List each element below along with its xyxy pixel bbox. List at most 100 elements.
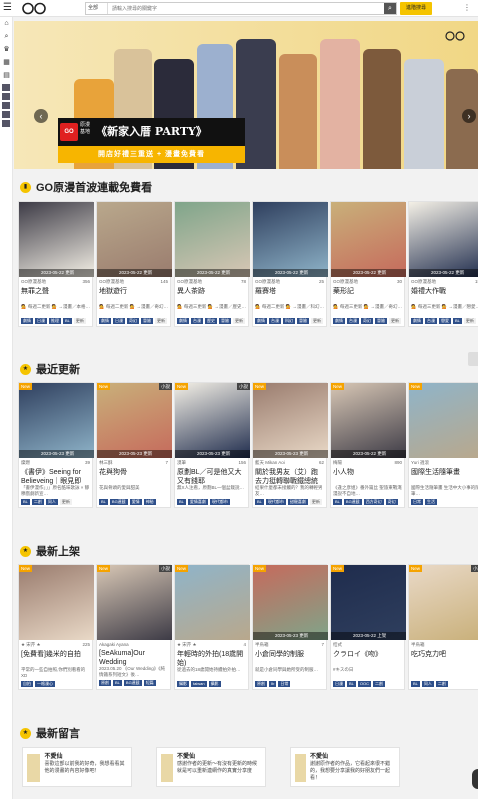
- genre-tag[interactable]: 愛情喜劇: [187, 499, 208, 505]
- comic-cover-image[interactable]: 2023-05-22 更新: [331, 202, 406, 277]
- author-name[interactable]: GO原漫基地: [99, 279, 124, 285]
- comic-cover-image[interactable]: New 2023-05-22 更新: [331, 383, 406, 458]
- comic-cover-image[interactable]: New 小說: [409, 565, 478, 640]
- comic-cover-image[interactable]: New: [175, 565, 250, 640]
- comic-card[interactable]: New 小說 2023-05-23 更新 林三酥 7 花與狗骨 花與骨頭的愛與甜美 BL BG連…: [96, 382, 172, 508]
- genre-tag[interactable]: 攝影: [177, 681, 189, 687]
- comic-title[interactable]: 小倉同學的制服: [253, 648, 326, 667]
- genre-tag[interactable]: 二創: [31, 499, 44, 505]
- author-name[interactable]: GO原漫基地: [177, 279, 202, 285]
- genre-tag[interactable]: 冒險: [375, 318, 387, 324]
- side-thumb[interactable]: [2, 102, 10, 109]
- side-thumb[interactable]: [2, 111, 10, 118]
- side-thumb[interactable]: [2, 93, 10, 100]
- comic-card[interactable]: 2023-05-22 更新 GO原漫基地 25 羅賽塔 💁 每週二更新 💁 →漫畫／科幻…: [252, 201, 328, 327]
- genre-tag[interactable]: 日常: [411, 499, 423, 505]
- comic-cover-image[interactable]: 2023-05-22 更新: [19, 202, 94, 277]
- genre-tag[interactable]: 台漫: [347, 318, 359, 324]
- comic-card[interactable]: 2023-05-22 更新 GO原漫基地 78 異人茶跡 💁 每週三更新 💁 →漫畫／歷…: [174, 201, 250, 327]
- comic-cover-image[interactable]: 2023-05-22 更新: [97, 202, 172, 277]
- comic-card[interactable]: New 小說 2023-05-23 更新 漠筆 156 原劃BL／可是他又大又有錢耶 無X人…: [174, 382, 250, 508]
- comic-card[interactable]: 2023-05-22 更新 GO原漫基地 30 藥形記 💁 每週三更新 💁 →漫畫／奇幻…: [330, 201, 406, 327]
- scroll-edge-tab[interactable]: [468, 352, 478, 366]
- hamburger-menu-icon[interactable]: ☰: [3, 3, 13, 13]
- genre-tag[interactable]: BL: [21, 499, 30, 505]
- author-name[interactable]: GO原漫基地: [255, 279, 280, 285]
- comic-card[interactable]: 2023-05-22 更新 GO原漫基地 356 無罪之聲 💁 每週二更新 💁 →漫畫／…: [18, 201, 94, 327]
- side-thumb[interactable]: [2, 120, 10, 127]
- genre-tag[interactable]: Ib: [269, 681, 277, 687]
- crown-icon[interactable]: ♛: [0, 43, 13, 56]
- comic-title[interactable]: 花與狗骨: [97, 466, 170, 485]
- genre-tag[interactable]: BG連載: [343, 499, 362, 505]
- commenter-name[interactable]: 不愛仙: [44, 754, 127, 761]
- author-name[interactable]: ★ 宋芹 ★: [177, 642, 197, 648]
- comic-cover-image[interactable]: New: [19, 565, 94, 640]
- comic-title[interactable]: 地獄遊行: [97, 285, 170, 304]
- author-name[interactable]: GO原漫基地: [21, 279, 46, 285]
- comic-title[interactable]: クラロイ《吻》: [331, 648, 404, 667]
- genre-tag[interactable]: OOC: [357, 681, 372, 687]
- genre-tag[interactable]: 日漫: [35, 318, 47, 324]
- comic-card[interactable]: New ★ 宋芹 ★ 4 年輕時的外拍(18歲開始) 從過去的18歲開始持續拍外拍… 攝影…: [174, 564, 250, 690]
- genre-tag[interactable]: BL: [333, 499, 342, 505]
- genre-tag[interactable]: 冒險: [141, 318, 153, 324]
- comment-cover-thumb[interactable]: [27, 754, 41, 782]
- author-name[interactable]: 藍天 Mikan Aoi: [255, 460, 285, 466]
- genre-tag[interactable]: 現代都市: [265, 499, 286, 505]
- comic-card[interactable]: New ★ 宋芹 ★ 225 [免費看]幾米的自拍 平常的一些自拍照,你們別看看的XD 自…: [18, 564, 94, 690]
- author-name[interactable]: 梅陽: [333, 460, 342, 466]
- author-name[interactable]: GO原漫基地: [411, 279, 436, 285]
- comic-cover-image[interactable]: New 2023-05-23 更新: [253, 565, 328, 640]
- comic-cover-image[interactable]: 2023-05-22 更新: [409, 202, 478, 277]
- author-name[interactable]: 半烏箱: [411, 642, 425, 648]
- comic-title[interactable]: 羅賽塔: [253, 285, 326, 304]
- author-name[interactable]: 桔式: [333, 642, 342, 648]
- comic-cover-image[interactable]: New 2023-05-23 更新: [19, 383, 94, 458]
- genre-tag[interactable]: 劇情: [255, 318, 267, 324]
- comic-title[interactable]: [SeAkuma]Our Wedding: [97, 647, 170, 666]
- search-icon[interactable]: ⌕: [384, 3, 396, 14]
- genre-tag[interactable]: 原創: [99, 680, 111, 686]
- genre-tag[interactable]: 日漫: [113, 318, 125, 324]
- comic-cover-image[interactable]: New: [409, 383, 478, 458]
- comic-title[interactable]: 關於我男友（艾）跑去力挺轉聯戰鐵總統找你事…: [253, 466, 326, 485]
- genre-tag[interactable]: 劇情: [333, 318, 345, 324]
- comic-card[interactable]: New 2023-05-23 更新 藍天 Mikan Aoi 62 關於我男友（艾）跑去…: [252, 382, 328, 508]
- genre-tag[interactable]: 台漫: [269, 318, 281, 324]
- genre-tag[interactable]: 奇幻: [385, 499, 398, 505]
- genre-tag[interactable]: 科幻: [283, 318, 295, 324]
- comic-card[interactable]: 2023-05-22 更新 GO原漫基地 145 地獄遊行 💁 每週二更新 💁 →漫畫／…: [96, 201, 172, 327]
- genre-tag[interactable]: 原創: [255, 681, 267, 687]
- genre-tag[interactable]: 神秘: [143, 499, 156, 505]
- comic-title[interactable]: 《書伊》Seeing for Believeing｜眼見即為…: [19, 466, 92, 485]
- comic-cover-image[interactable]: New 2023-05-22 上架: [331, 565, 406, 640]
- genre-tag[interactable]: BG連載: [109, 499, 128, 505]
- search-scope-select[interactable]: 全部: [86, 3, 108, 14]
- site-logo[interactable]: [20, 2, 48, 15]
- author-name[interactable]: Yuri 週滾: [411, 460, 429, 466]
- more-menu-icon[interactable]: ⋮: [463, 3, 473, 13]
- author-name[interactable]: Akagaki Ayana: [99, 642, 129, 647]
- comic-title[interactable]: 年輕時的外拍(18歲開始): [175, 648, 248, 667]
- genre-tag[interactable]: BL: [177, 499, 186, 505]
- comic-title[interactable]: 藥形記: [331, 285, 404, 304]
- comic-cover-image[interactable]: 2023-05-22 更新: [253, 202, 328, 277]
- scroll-top-button[interactable]: [472, 769, 478, 789]
- genre-tag[interactable]: BL: [63, 318, 72, 324]
- comic-title[interactable]: 國際生活隨筆畫: [409, 466, 478, 485]
- genre-tag[interactable]: BG連載: [123, 680, 142, 686]
- genre-tag[interactable]: BL: [453, 318, 462, 324]
- genre-tag[interactable]: 一格漫心: [35, 681, 55, 687]
- genre-tag[interactable]: 劇情: [21, 318, 33, 324]
- calendar-icon[interactable]: ▤: [0, 69, 13, 82]
- genre-tag[interactable]: 二創: [435, 681, 448, 687]
- comic-cover-image[interactable]: New 2023-05-23 更新: [253, 383, 328, 458]
- genre-tag[interactable]: 同人: [45, 499, 58, 505]
- genre-tag[interactable]: 台漫: [425, 318, 437, 324]
- commenter-name[interactable]: 不愛仙: [310, 754, 395, 761]
- genre-tag[interactable]: 劇情: [99, 318, 111, 324]
- promo-banner[interactable]: 《新家入厝 PARTY》 GO 原漫 基地 開店好禮三重送 + 漫畫免費看 ‹ ›: [14, 21, 478, 169]
- genre-tag[interactable]: 奇幻: [127, 318, 139, 324]
- comic-title[interactable]: 異人茶跡: [175, 285, 248, 304]
